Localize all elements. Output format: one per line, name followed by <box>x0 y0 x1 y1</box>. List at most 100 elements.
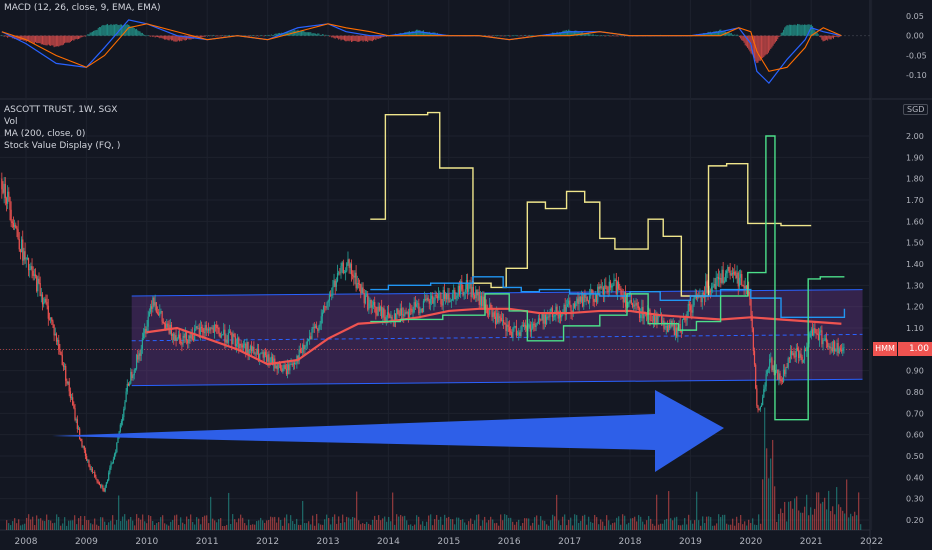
volume-bar <box>552 514 554 530</box>
candle-body <box>46 302 48 306</box>
volume-bar <box>586 524 588 530</box>
candle-body <box>397 308 399 314</box>
macd-histogram-bar <box>802 24 804 36</box>
candle-body <box>657 316 659 324</box>
macd-histogram-bar <box>622 35 624 37</box>
candle-body <box>530 328 533 332</box>
macd-histogram-bar <box>334 35 336 39</box>
macd-histogram-bar <box>828 35 830 39</box>
candle-body <box>25 258 27 260</box>
time-tick-label: 2013 <box>317 537 340 547</box>
macd-histogram-bar <box>524 35 526 36</box>
macd-histogram-bar <box>81 35 83 38</box>
macd-histogram-bar <box>231 35 233 36</box>
price-tick-label: 0.30 <box>906 495 924 504</box>
macd-histogram-bar <box>91 31 93 36</box>
macd-histogram-bar <box>5 35 7 37</box>
volume-bar <box>858 492 860 530</box>
candle-body <box>404 312 406 316</box>
volume-bar <box>302 500 304 530</box>
volume-bar <box>584 514 586 530</box>
macd-histogram-bar <box>830 35 832 40</box>
candle-body <box>498 316 500 323</box>
candle-body <box>619 288 621 291</box>
candle-body <box>205 325 207 331</box>
candle-body <box>501 320 504 322</box>
volume-bar <box>690 520 692 530</box>
vol-legend[interactable]: Vol <box>4 117 17 127</box>
macd-histogram-bar <box>23 35 25 41</box>
candle-body <box>37 278 39 292</box>
candle-body <box>458 285 461 295</box>
candle-body <box>155 302 157 313</box>
candle-body <box>779 373 781 380</box>
volume-bar <box>262 520 264 530</box>
macd-histogram-bar <box>303 30 305 36</box>
macd-histogram-bar <box>155 35 157 37</box>
volume-bar <box>550 520 552 530</box>
volume-bar <box>120 521 122 530</box>
volume-bar <box>192 521 194 530</box>
volume-bar <box>442 524 444 530</box>
candle-body <box>736 272 738 279</box>
volume-bar <box>762 479 764 530</box>
symbol-legend[interactable]: ASCOTT TRUST, 1W, SGX <box>4 105 117 115</box>
ma-legend[interactable]: MA (200, close, 0) <box>4 129 85 139</box>
volume-bar <box>46 514 48 530</box>
macd-histogram-bar <box>79 35 81 39</box>
volume-bar <box>384 516 386 530</box>
candle-body <box>694 296 696 298</box>
macd-histogram-bar <box>335 35 337 38</box>
macd-histogram-bar <box>371 35 373 42</box>
volume-bar <box>346 516 348 530</box>
macd-histogram-bar <box>260 35 262 37</box>
candle-body <box>716 276 718 278</box>
volume-bar <box>362 523 364 530</box>
candle-body <box>239 343 241 349</box>
macd-histogram-bar <box>784 27 786 36</box>
macd-histogram-bar <box>172 35 174 41</box>
volume-bar <box>600 519 602 530</box>
candle-body <box>400 308 403 315</box>
macd-legend[interactable]: MACD (12, 26, close, 9, EMA, EMA) <box>4 3 161 13</box>
macd-histogram-bar <box>263 35 265 37</box>
candle-body <box>176 338 178 341</box>
candle-body <box>367 294 369 310</box>
candle-body <box>673 323 675 336</box>
macd-histogram-bar <box>359 35 361 42</box>
macd-histogram-bar <box>740 35 742 39</box>
volume-bar <box>250 524 252 530</box>
candle-body <box>374 302 376 307</box>
candle-body <box>758 409 760 411</box>
macd-histogram-bar <box>167 35 169 41</box>
macd-histogram-bar <box>161 35 163 39</box>
macd-histogram-bar <box>62 35 64 45</box>
macd-histogram-bar <box>90 32 92 36</box>
volume-bar <box>656 494 658 530</box>
macd-histogram-bar <box>774 35 776 43</box>
stock-value-legend[interactable]: Stock Value Display (FQ, ) <box>4 141 120 151</box>
macd-tick-label: 0.05 <box>906 12 924 21</box>
volume-bar <box>490 516 492 530</box>
volume-bar <box>396 514 398 530</box>
volume-bar <box>388 516 390 530</box>
volume-bar <box>106 525 108 530</box>
volume-bar <box>804 506 806 530</box>
volume-bar <box>292 521 294 530</box>
candle-body <box>116 442 118 453</box>
candle-body <box>256 348 258 354</box>
candle-body <box>730 273 732 276</box>
volume-bar <box>232 514 234 530</box>
macd-histogram-bar <box>229 34 231 36</box>
volume-bar <box>838 504 840 530</box>
candle-body <box>449 300 451 302</box>
volume-bar <box>224 525 226 530</box>
macd-histogram-bar <box>785 26 787 36</box>
candle-body <box>289 364 291 371</box>
candle-body <box>629 300 631 303</box>
macd-histogram-bar <box>796 23 798 36</box>
macd-histogram-bar <box>38 35 40 44</box>
macd-histogram-bar <box>563 30 565 36</box>
volume-bar <box>132 520 134 530</box>
candle-body <box>587 301 590 303</box>
